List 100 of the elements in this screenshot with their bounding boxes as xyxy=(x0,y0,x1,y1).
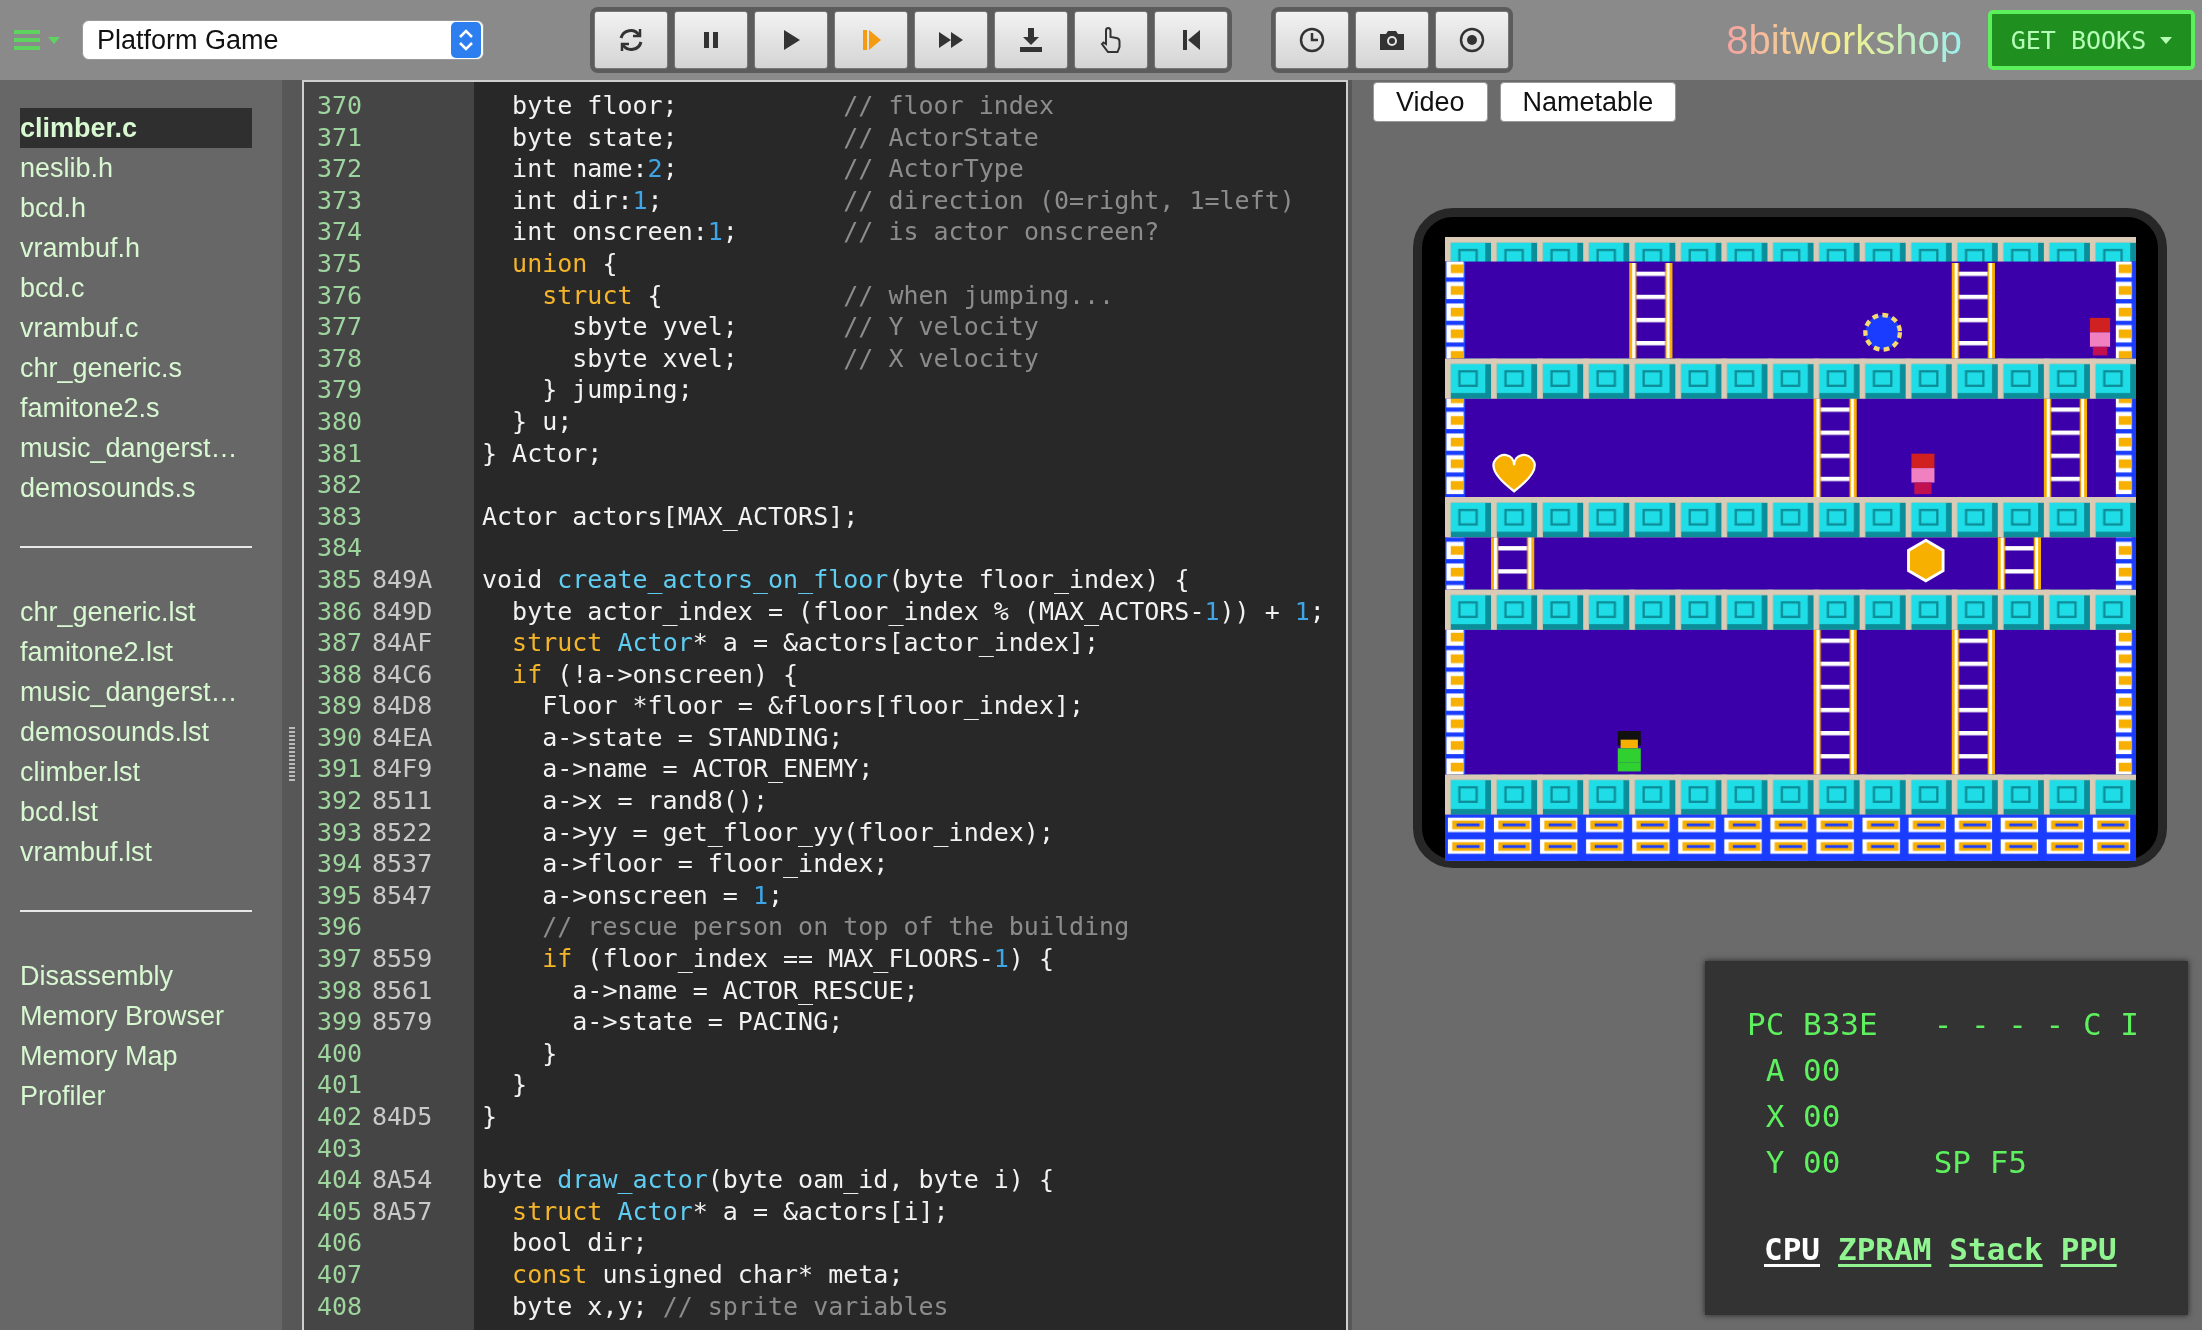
record-button[interactable] xyxy=(1435,11,1509,69)
line-number: 371 xyxy=(316,121,364,154)
line-number: 401 xyxy=(316,1069,364,1101)
line-address: 849D xyxy=(372,596,433,626)
debug-tab[interactable]: PPU xyxy=(2060,1231,2117,1267)
clock-button[interactable] xyxy=(1275,11,1349,69)
code-editor[interactable] xyxy=(302,80,1348,1330)
file-item[interactable]: music_dangerst… xyxy=(20,428,252,468)
file-item[interactable]: Memory Map xyxy=(20,1036,252,1076)
line-number: 390 xyxy=(316,721,364,754)
file-item[interactable]: climber.c xyxy=(20,108,252,148)
line-number: 393 xyxy=(316,816,364,849)
line-number: 389 xyxy=(316,690,364,722)
file-item[interactable]: bcd.lst xyxy=(20,792,252,832)
code-line: byte actor_index = (floor_index % (MAX_ACTORS-1)) + 1; xyxy=(511,596,1325,626)
download-button[interactable] xyxy=(994,11,1068,69)
file-item[interactable]: climber.lst xyxy=(20,752,252,792)
step-button[interactable] xyxy=(834,11,908,69)
view-tab[interactable]: Video xyxy=(1373,82,1488,122)
line-number: 402 xyxy=(316,1101,364,1133)
file-item[interactable]: bcd.h xyxy=(20,188,252,228)
register-line: A 00 xyxy=(1764,1051,1841,1090)
code-line: // rescue person on top of the building xyxy=(541,912,1130,942)
code-line: const unsigned char* meta; xyxy=(511,1259,904,1289)
line-number: 381 xyxy=(316,437,364,470)
caret-icon xyxy=(48,36,60,44)
debug-tab[interactable]: CPU xyxy=(1764,1231,1820,1267)
line-address: 84C6 xyxy=(372,659,433,689)
line-number: 403 xyxy=(316,1132,364,1165)
code-line: if (floor_index == MAX_FLOORS-1) { xyxy=(541,944,1054,974)
register-line: X 00 xyxy=(1764,1097,1841,1136)
line-number: 386 xyxy=(316,595,364,628)
line-address: 84EA xyxy=(372,722,433,752)
to-start-button[interactable] xyxy=(1154,11,1228,69)
file-item[interactable]: vrambuf.c xyxy=(20,308,252,348)
line-address: 8559 xyxy=(372,944,433,974)
debug-tab[interactable]: Stack xyxy=(1949,1231,2043,1267)
code-line: a->x = rand8(); xyxy=(541,786,768,816)
line-number: 370 xyxy=(316,90,364,122)
file-item[interactable]: demosounds.s xyxy=(20,468,252,508)
file-item[interactable]: vrambuf.h xyxy=(20,228,252,268)
line-number: 380 xyxy=(316,405,364,438)
fast-forward-button[interactable] xyxy=(914,11,988,69)
file-item[interactable]: Memory Browser xyxy=(20,996,252,1036)
code-line: byte state; // ActorState xyxy=(511,122,1039,152)
code-line: union { xyxy=(511,248,618,278)
line-number: 398 xyxy=(316,974,364,1007)
file-item[interactable]: neslib.h xyxy=(20,148,252,188)
code-line: struct Actor* a = &actors[actor_index]; xyxy=(511,628,1100,658)
code-line: struct { // when jumping... xyxy=(541,280,1115,310)
code-line: int dir:1; // direction (0=right, 1=left) xyxy=(511,185,1295,215)
line-address: 84D8 xyxy=(372,691,433,721)
file-item[interactable]: vrambuf.lst xyxy=(20,832,252,872)
file-item[interactable]: Profiler xyxy=(20,1076,252,1116)
line-address: 8522 xyxy=(372,817,433,847)
resize-handle[interactable] xyxy=(288,727,296,783)
code-line: Actor actors[MAX_ACTORS]; xyxy=(482,501,859,531)
code-line: a->onscreen = 1; xyxy=(541,880,784,910)
file-item[interactable]: chr_generic.lst xyxy=(20,592,252,632)
line-address: 84D5 xyxy=(372,1102,433,1131)
get-books-button[interactable]: GET BOOKS xyxy=(1988,10,2195,70)
menu-icon xyxy=(14,29,40,51)
code-line: if (!a->onscreen) { xyxy=(511,659,799,689)
file-item[interactable]: Disassembly xyxy=(20,956,252,996)
view-tab[interactable]: Nametable xyxy=(1499,82,1677,122)
code-line: byte x,y; // sprite variables xyxy=(511,1291,949,1321)
file-item[interactable]: music_dangerst… xyxy=(20,672,252,712)
file-item[interactable]: famitone2.lst xyxy=(20,632,252,672)
code-line: void create_actors_on_floor(byte floor_index) { xyxy=(482,564,1190,594)
line-number: 372 xyxy=(316,153,364,185)
code-line: struct Actor* a = &actors[i]; xyxy=(511,1196,949,1226)
line-number: 394 xyxy=(316,848,364,880)
file-item[interactable]: demosounds.lst xyxy=(20,712,252,752)
debug-tab[interactable]: ZPRAM xyxy=(1838,1231,1932,1267)
code-line: sbyte xvel; // X velocity xyxy=(571,343,1039,373)
line-number: 387 xyxy=(316,627,364,659)
camera-button[interactable] xyxy=(1355,11,1429,69)
line-number: 379 xyxy=(316,374,364,406)
code-line: } Actor; xyxy=(482,438,603,468)
pause-button[interactable] xyxy=(674,11,748,69)
line-number: 400 xyxy=(316,1037,364,1070)
platform-select[interactable]: Platform Game xyxy=(82,20,484,60)
line-number: 396 xyxy=(316,911,364,944)
code-line: a->state = PACING; xyxy=(571,1007,844,1037)
file-item[interactable]: famitone2.s xyxy=(20,388,252,428)
line-number: 397 xyxy=(316,943,364,975)
line-number: 399 xyxy=(316,1006,364,1038)
file-item[interactable]: bcd.c xyxy=(20,268,252,308)
code-line: a->name = ACTOR_ENEMY; xyxy=(541,754,874,784)
code-line: } xyxy=(541,1038,558,1068)
line-address: 8561 xyxy=(372,975,433,1005)
pointer-button[interactable] xyxy=(1074,11,1148,69)
play-button[interactable] xyxy=(754,11,828,69)
reset-button[interactable] xyxy=(594,11,668,69)
code-line: a->name = ACTOR_RESCUE; xyxy=(571,975,919,1005)
file-item[interactable]: chr_generic.s xyxy=(20,348,252,388)
line-number: 376 xyxy=(316,279,364,312)
code-line: a->yy = get_floor_yy(floor_index); xyxy=(541,817,1054,847)
line-number: 391 xyxy=(316,753,364,786)
code-line: } xyxy=(482,1102,498,1131)
